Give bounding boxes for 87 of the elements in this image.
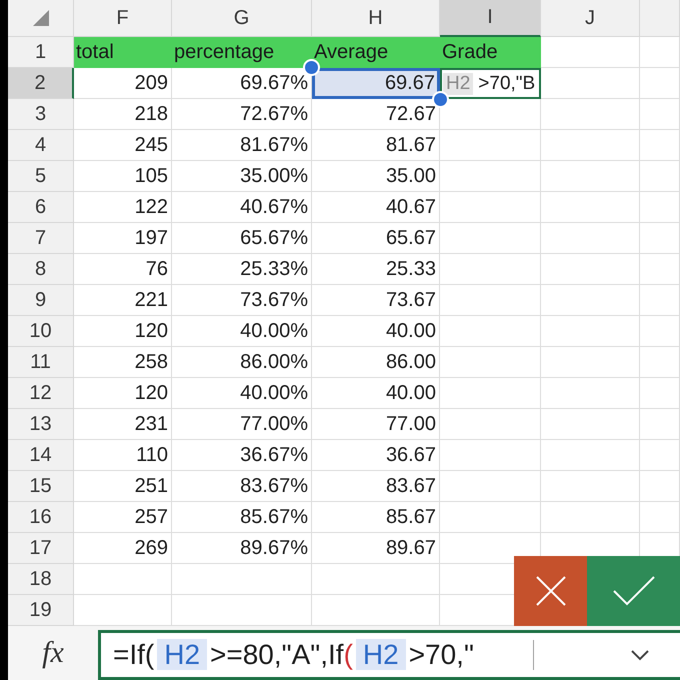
column-header[interactable]: J (541, 0, 640, 37)
row-header[interactable]: 6 (8, 192, 74, 223)
row-header[interactable]: 9 (8, 285, 74, 316)
row-header[interactable]: 11 (8, 347, 74, 378)
table-cell-text: 105 (134, 164, 169, 189)
column-title: Average (312, 37, 440, 68)
column-header[interactable]: H (312, 0, 440, 37)
table-cell-text: 40.00 (384, 319, 437, 344)
table-cell-text: 231 (134, 412, 169, 437)
table-cell-text: 85.67 (384, 505, 437, 530)
row-header[interactable]: 10 (8, 316, 74, 347)
table-cell-text: 257 (134, 505, 169, 530)
table-cell-text: 83.67% (239, 474, 309, 499)
row-header[interactable]: 14 (8, 440, 74, 471)
column-header[interactable]: F (74, 0, 172, 37)
table-cell-text: 86.00 (384, 350, 437, 375)
cell-edit-field[interactable]: H2 >70,"B (440, 68, 541, 99)
table-cell-text: 89.67 (384, 536, 437, 561)
table-cell-text: 122 (134, 195, 169, 220)
table-cell-text: 221 (134, 288, 169, 313)
table-cell-text: 35.00 (384, 164, 437, 189)
row-header[interactable]: 17 (8, 533, 74, 564)
table-cell-text: 25.33% (239, 257, 309, 282)
table-cell-text: 40.00% (239, 319, 309, 344)
table-cell-text: 218 (134, 102, 169, 127)
table-cell-text: 36.67 (384, 443, 437, 468)
column-header[interactable]: I (440, 0, 541, 37)
row-header[interactable]: 12 (8, 378, 74, 409)
formula-text[interactable]: =If( H2 >=80,"A",If( H2 >70," (113, 639, 474, 671)
column-title: Grade (440, 37, 541, 68)
table-cell-text: 72.67% (239, 102, 309, 127)
table-cell-text: 86.00% (239, 350, 309, 375)
table-cell-text: 40.00% (239, 381, 309, 406)
table-cell-text: 73.67% (239, 288, 309, 313)
table-cell-text: 40.67% (239, 195, 309, 220)
row-header[interactable]: 19 (8, 595, 74, 626)
row-header[interactable]: 7 (8, 223, 74, 254)
row-header[interactable]: 1 (8, 37, 74, 68)
row-header[interactable]: 5 (8, 161, 74, 192)
row-header[interactable]: 3 (8, 99, 74, 130)
table-cell-text: 269 (134, 536, 169, 561)
table-cell-text: 77.00 (384, 412, 437, 437)
row-header[interactable]: 16 (8, 502, 74, 533)
column-title: percentage (172, 37, 312, 68)
table-cell-text: 89.67% (239, 536, 309, 561)
table-cell-text: 69.67% (239, 71, 309, 96)
table-cell-text: 81.67% (239, 133, 309, 158)
table-cell-text: 110 (135, 443, 169, 468)
column-header[interactable]: G (172, 0, 312, 37)
select-all-button[interactable] (8, 0, 74, 37)
table-cell-text: 120 (134, 319, 169, 344)
check-icon (612, 576, 654, 606)
row-header[interactable]: 2 (8, 68, 74, 99)
table-cell-text: 36.67% (239, 443, 309, 468)
table-cell-text: 40.00 (384, 381, 437, 406)
table-cell-text: 72.67 (384, 102, 437, 127)
triangle-icon (32, 10, 48, 26)
table-cell-text: 83.67 (384, 474, 437, 499)
row-header[interactable]: 4 (8, 130, 74, 161)
row-header[interactable]: 13 (8, 409, 74, 440)
table-cell-text: 76 (144, 257, 169, 282)
table-cell-text: 209 (134, 71, 169, 96)
row-header[interactable]: 8 (8, 254, 74, 285)
row-header[interactable]: 18 (8, 564, 74, 595)
table-cell-text: 25.33 (384, 257, 437, 282)
table-cell-text: 251 (134, 474, 169, 499)
table-cell-text: 258 (134, 350, 169, 375)
table-cell: 69.67 (312, 68, 440, 99)
table-cell-text: 65.67% (239, 226, 309, 251)
cancel-button[interactable] (514, 556, 587, 626)
table-cell-text: 73.67 (384, 288, 437, 313)
column-title: total (74, 37, 172, 68)
table-cell-text: 40.67 (384, 195, 437, 220)
table-cell-text: 65.67 (384, 226, 437, 251)
table-cell-text: 245 (134, 133, 169, 158)
table-cell-text: 77.00% (239, 412, 309, 437)
close-icon (536, 576, 566, 606)
formula-field[interactable]: =If( H2 >=80,"A",If( H2 >70," (98, 630, 680, 680)
table-cell-text: 85.67% (239, 505, 309, 530)
selection-handle[interactable] (432, 91, 449, 108)
chevron-down-icon[interactable] (630, 649, 650, 661)
table-cell-text: 35.00% (239, 164, 309, 189)
table-cell-text: 81.67 (384, 133, 437, 158)
table-cell-text: 197 (134, 226, 169, 251)
table-cell-text: 120 (134, 381, 169, 406)
function-label[interactable]: fx (8, 636, 98, 670)
row-header[interactable]: 15 (8, 471, 74, 502)
